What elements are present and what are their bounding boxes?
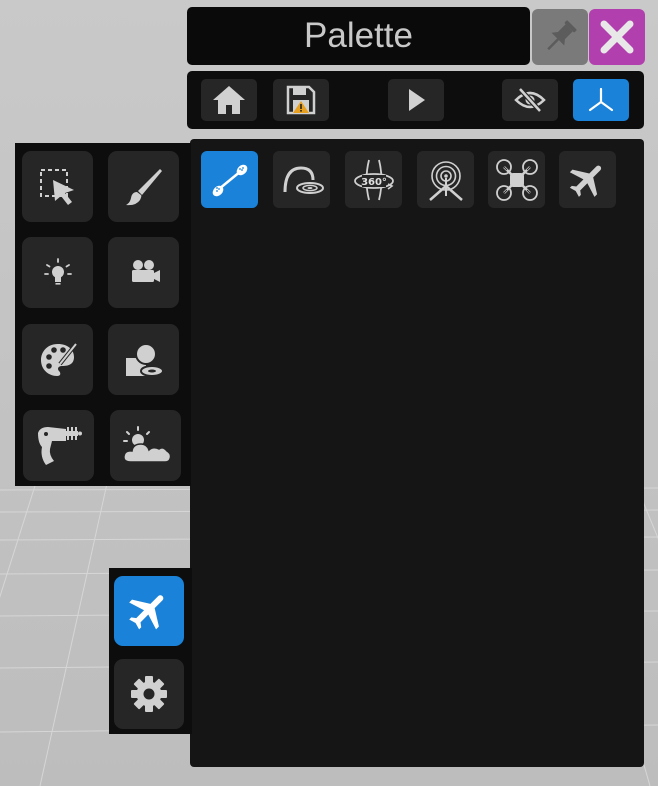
pin-button[interactable] <box>532 9 588 65</box>
visibility-button[interactable] <box>502 79 558 121</box>
brush-button[interactable] <box>108 151 179 222</box>
home-icon <box>213 86 245 114</box>
ray-gun-icon <box>37 426 82 465</box>
window-title: Palette <box>304 16 413 55</box>
pin-icon <box>547 20 577 51</box>
save-button[interactable] <box>273 79 329 121</box>
brush-icon <box>125 168 162 205</box>
palette-title-bar[interactable]: Palette <box>187 7 530 65</box>
objects-button[interactable] <box>108 324 179 395</box>
select-cursor-icon <box>39 168 74 205</box>
settings-button[interactable] <box>114 659 184 729</box>
environment-button[interactable] <box>110 410 181 481</box>
axes-button[interactable] <box>573 79 629 121</box>
weather-icon <box>122 425 171 463</box>
fly-mode-button[interactable] <box>114 576 184 646</box>
stroke-connector-icon <box>212 164 247 196</box>
save-warning-icon <box>286 85 316 115</box>
ray-gun-button[interactable] <box>23 410 94 481</box>
material-button[interactable] <box>22 324 93 395</box>
lightbulb-icon <box>43 257 72 285</box>
tool-drop-button[interactable] <box>273 151 330 208</box>
drone-icon <box>495 158 538 201</box>
eye-off-icon <box>514 87 546 113</box>
home-button[interactable] <box>201 79 257 121</box>
tool-tripod-button[interactable] <box>417 151 474 208</box>
close-icon <box>600 20 634 54</box>
gear-icon <box>131 676 167 712</box>
mode-panel <box>109 568 192 734</box>
tripod-target-icon <box>428 160 463 201</box>
svg-text:360°: 360° <box>361 177 387 188</box>
rotate-360-icon: 360° <box>353 159 394 200</box>
close-button[interactable] <box>589 9 645 65</box>
select-button[interactable] <box>22 151 93 222</box>
top-toolbar <box>187 71 644 129</box>
light-button[interactable] <box>22 237 93 308</box>
left-tools-panel <box>15 143 191 486</box>
tool-orbit-360-button[interactable]: 360° <box>345 151 402 208</box>
tool-airplane-button[interactable] <box>559 151 616 208</box>
axes-icon <box>588 87 614 112</box>
drop-target-icon <box>283 165 324 194</box>
palette-icon <box>40 342 78 376</box>
shapes-icon <box>125 342 164 377</box>
tool-stroke-button[interactable] <box>201 151 258 208</box>
airplane-icon <box>129 595 164 630</box>
tools-panel: 360° <box>190 139 644 767</box>
tool-drone-button[interactable] <box>488 151 545 208</box>
play-button[interactable] <box>388 79 444 121</box>
movie-camera-icon <box>131 259 160 282</box>
airplane-icon <box>569 165 601 197</box>
play-icon <box>409 89 425 111</box>
camera-button[interactable] <box>108 237 179 308</box>
